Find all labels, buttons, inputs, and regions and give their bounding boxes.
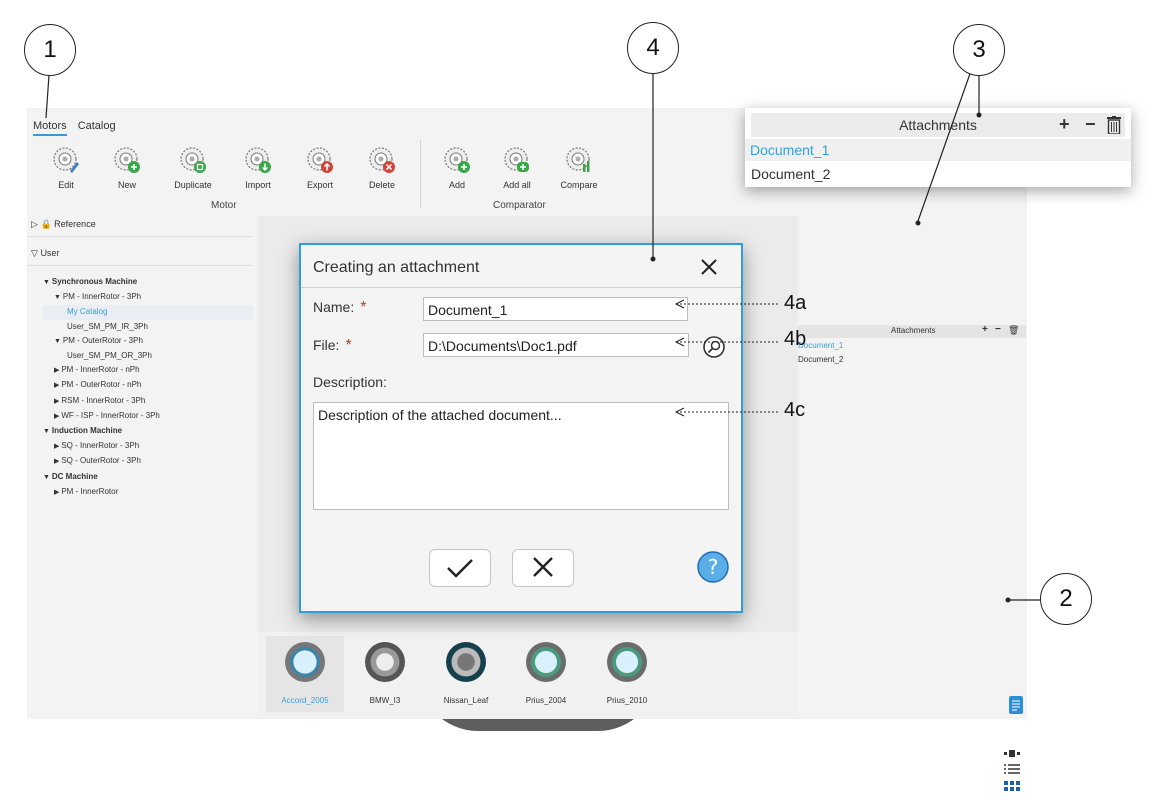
view-grid-icon[interactable] (1004, 781, 1020, 800)
callout-4: 4 (627, 22, 679, 74)
callout-lines (45, 67, 1040, 603)
view-compact-icon[interactable] (1004, 746, 1020, 764)
callout-4c: 4c (784, 399, 806, 421)
callout-4a: 4a (784, 292, 807, 314)
callout-2: 2 (1040, 573, 1092, 625)
callout-3: 3 (953, 24, 1005, 76)
view-list-icon[interactable] (1004, 763, 1020, 782)
callout-1: 1 (24, 24, 76, 76)
callout-4b: 4b (784, 328, 807, 350)
